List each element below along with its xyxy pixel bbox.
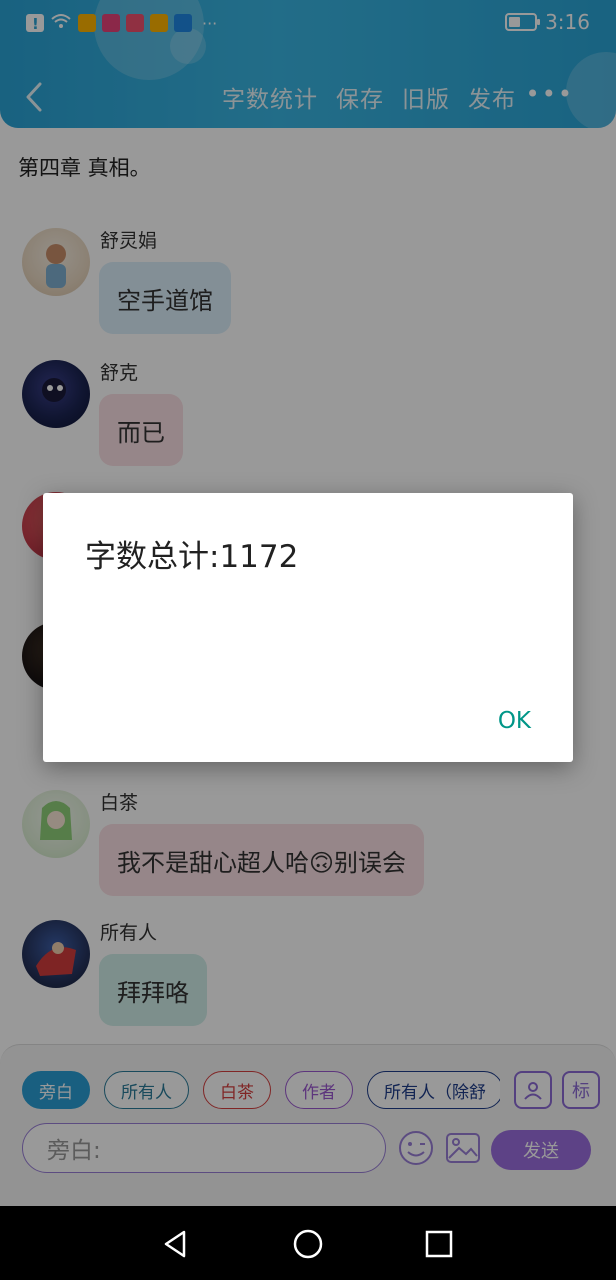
dialog-message: 字数总计:1172 bbox=[85, 539, 299, 575]
back-icon[interactable] bbox=[160, 1228, 192, 1260]
system-nav-bar bbox=[0, 1206, 616, 1280]
ok-button[interactable]: OK bbox=[498, 708, 531, 734]
recents-icon[interactable] bbox=[423, 1228, 455, 1260]
word-count-dialog: 字数总计:1172 OK bbox=[43, 493, 573, 762]
home-icon[interactable] bbox=[292, 1228, 324, 1260]
